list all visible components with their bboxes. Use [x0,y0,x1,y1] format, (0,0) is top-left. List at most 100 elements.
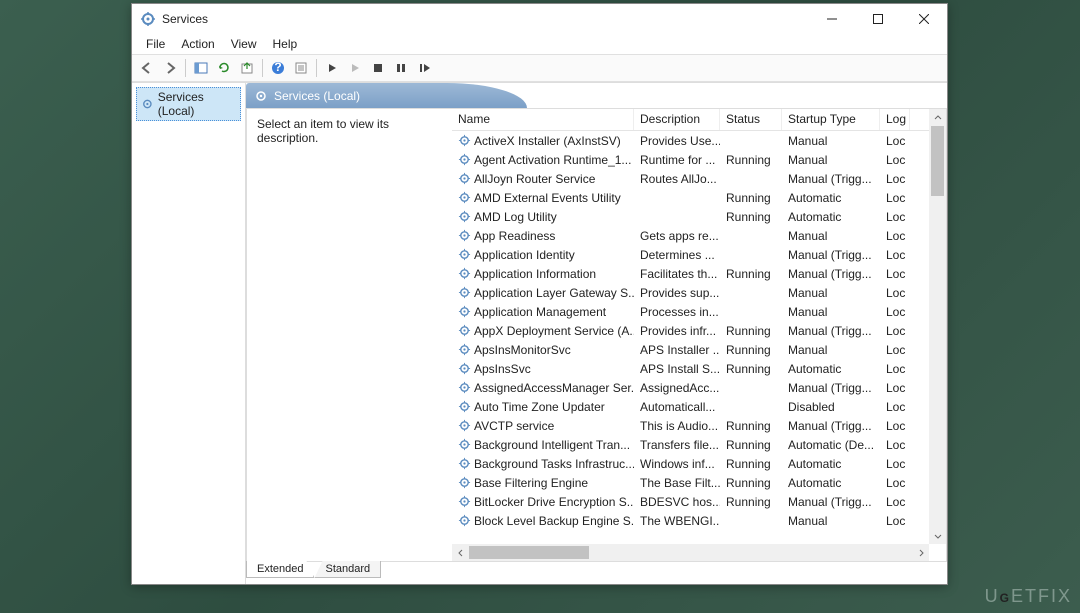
cell-desc: Provides sup... [634,285,720,301]
cell-status [720,140,782,142]
gear-icon [458,343,471,356]
service-row[interactable]: Block Level Backup Engine S...The WBENGI… [452,511,946,530]
service-row[interactable]: Application IdentityDetermines ...Manual… [452,245,946,264]
gear-icon [458,400,471,413]
menu-file[interactable]: File [138,35,173,53]
service-row[interactable]: AllJoyn Router ServiceRoutes AllJo...Man… [452,169,946,188]
service-row[interactable]: Background Tasks Infrastruc...Windows in… [452,454,946,473]
cell-startup: Manual (Trigg... [782,380,880,396]
cell-desc: Gets apps re... [634,228,720,244]
maximize-button[interactable] [855,4,901,34]
cell-log: Loc [880,380,910,396]
close-button[interactable] [901,4,947,34]
cell-name: Application Identity [452,247,634,263]
cell-startup: Manual (Trigg... [782,171,880,187]
stop-button[interactable] [367,57,389,79]
tree-root-item[interactable]: Services (Local) [136,87,241,121]
menu-bar: File Action View Help [132,34,947,54]
service-row[interactable]: Auto Time Zone UpdaterAutomaticall...Dis… [452,397,946,416]
col-status[interactable]: Status [720,109,782,130]
titlebar[interactable]: Services [132,4,947,34]
cell-desc: APS Install S... [634,361,720,377]
cell-log: Loc [880,285,910,301]
cell-name: AppX Deployment Service (A... [452,323,634,339]
gear-icon [458,191,471,204]
gear-icon [141,97,154,111]
menu-action[interactable]: Action [173,35,222,53]
restart-button[interactable] [413,57,435,79]
gear-icon [458,476,471,489]
service-row[interactable]: AppX Deployment Service (A...Provides in… [452,321,946,340]
cell-startup: Manual [782,342,880,358]
cell-desc: Routes AllJo... [634,171,720,187]
column-headers: Name Description Status Startup Type Log [452,109,946,131]
minimize-button[interactable] [809,4,855,34]
service-row[interactable]: Background Intelligent Tran...Transfers … [452,435,946,454]
cell-startup: Manual (Trigg... [782,418,880,434]
gear-icon [458,381,471,394]
start-button[interactable] [321,57,343,79]
cell-desc: Provides infr... [634,323,720,339]
service-row[interactable]: ApsInsSvcAPS Install S...RunningAutomati… [452,359,946,378]
scroll-right-icon[interactable] [912,544,929,561]
col-name[interactable]: Name [452,109,634,130]
cell-desc: BDESVC hos... [634,494,720,510]
service-row[interactable]: AVCTP serviceThis is Audio...RunningManu… [452,416,946,435]
cell-log: Loc [880,361,910,377]
service-row[interactable]: AssignedAccessManager Ser...AssignedAcc.… [452,378,946,397]
cell-status: Running [720,152,782,168]
show-hide-button[interactable] [190,57,212,79]
service-row[interactable]: Application InformationFacilitates th...… [452,264,946,283]
cell-name: ApsInsSvc [452,361,634,377]
service-row[interactable]: App ReadinessGets apps re...ManualLoc [452,226,946,245]
cell-desc: Runtime for ... [634,152,720,168]
service-row[interactable]: AMD External Events UtilityRunningAutoma… [452,188,946,207]
service-row[interactable]: Base Filtering EngineThe Base Filt...Run… [452,473,946,492]
cell-startup: Automatic [782,209,880,225]
help-button[interactable]: ? [267,57,289,79]
forward-button[interactable] [159,57,181,79]
tab-standard[interactable]: Standard [314,561,381,578]
service-row[interactable]: ApsInsMonitorSvcAPS Installer ...Running… [452,340,946,359]
scroll-up-icon[interactable] [929,109,946,126]
service-row[interactable]: Application Layer Gateway S...Provides s… [452,283,946,302]
start-disabled-button[interactable] [344,57,366,79]
gear-icon [458,267,471,280]
properties-button[interactable] [290,57,312,79]
cell-startup: Automatic (De... [782,437,880,453]
service-row[interactable]: ActiveX Installer (AxInstSV)Provides Use… [452,131,946,150]
back-button[interactable] [136,57,158,79]
cell-desc: Provides Use... [634,133,720,149]
horizontal-scrollbar[interactable] [452,544,929,561]
cell-startup: Manual [782,304,880,320]
cell-desc: Transfers file... [634,437,720,453]
cell-status: Running [720,475,782,491]
col-startup[interactable]: Startup Type [782,109,880,130]
tab-extended[interactable]: Extended [246,561,314,578]
scroll-thumb-h[interactable] [469,546,589,559]
refresh-button[interactable] [213,57,235,79]
menu-view[interactable]: View [223,35,265,53]
cell-desc: Facilitates th... [634,266,720,282]
gear-icon [458,457,471,470]
scroll-thumb[interactable] [931,126,944,196]
service-row[interactable]: BitLocker Drive Encryption S...BDESVC ho… [452,492,946,511]
col-logon[interactable]: Log [880,109,910,130]
services-list: Name Description Status Startup Type Log… [452,109,946,561]
service-row[interactable]: Application ManagementProcesses in...Man… [452,302,946,321]
cell-desc: Determines ... [634,247,720,263]
vertical-scrollbar[interactable] [929,109,946,544]
export-button[interactable] [236,57,258,79]
menu-help[interactable]: Help [265,35,306,53]
cell-name: AMD External Events Utility [452,190,634,206]
scroll-left-icon[interactable] [452,544,469,561]
col-description[interactable]: Description [634,109,720,130]
cell-name: Application Information [452,266,634,282]
cell-log: Loc [880,494,910,510]
cell-desc: AssignedAcc... [634,380,720,396]
scroll-down-icon[interactable] [929,527,946,544]
service-row[interactable]: AMD Log UtilityRunningAutomaticLoc [452,207,946,226]
cell-log: Loc [880,228,910,244]
service-row[interactable]: Agent Activation Runtime_1...Runtime for… [452,150,946,169]
pause-button[interactable] [390,57,412,79]
